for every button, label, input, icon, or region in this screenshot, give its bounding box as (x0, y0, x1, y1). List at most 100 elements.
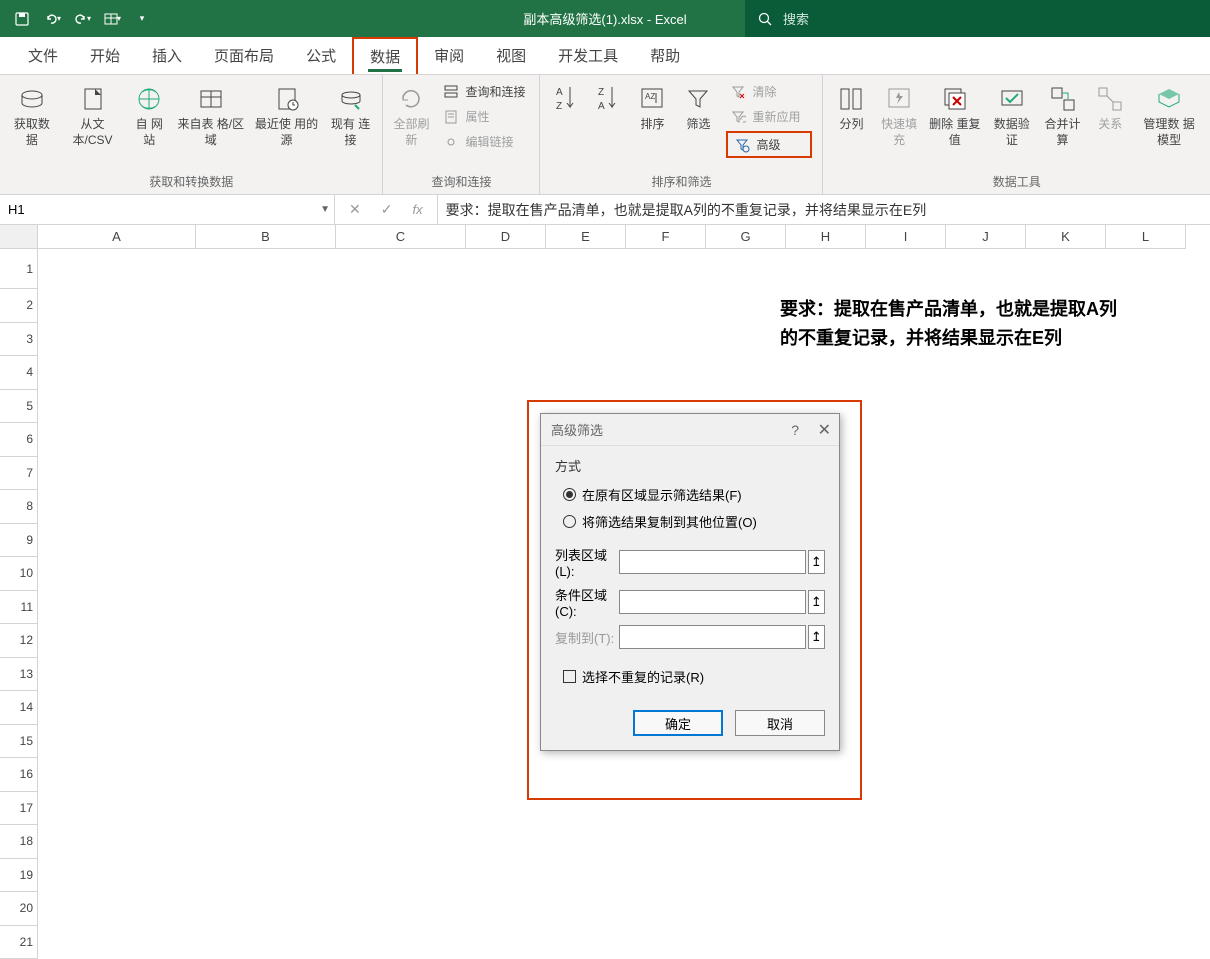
copy-to-row: 复制到(T): ↥ (555, 625, 825, 649)
col-header-B[interactable]: B (196, 225, 336, 249)
formula-input[interactable]: 要求：提取在售产品清单，也就是提取A列的不重复记录，并将结果显示在E列 (438, 195, 1210, 224)
col-header-D[interactable]: D (466, 225, 546, 249)
group-queries: 全部刷新 查询和连接 属性 编辑链接 查询和连接 (383, 75, 540, 194)
ok-button[interactable]: 确定 (633, 710, 723, 736)
remove-dup-button[interactable]: 删除 重复值 (925, 79, 985, 171)
tab-pagelayout[interactable]: 页面布局 (198, 37, 290, 74)
filter-button[interactable]: 筛选 (676, 79, 720, 171)
row-header-13[interactable]: 13 (0, 658, 38, 692)
row-header-5[interactable]: 5 (0, 390, 38, 424)
row-header-19[interactable]: 19 (0, 859, 38, 893)
col-header-A[interactable]: A (38, 225, 196, 249)
tab-insert[interactable]: 插入 (136, 37, 198, 74)
from-table-button[interactable]: 来自表 格/区域 (173, 79, 248, 171)
col-header-F[interactable]: F (626, 225, 706, 249)
edit-links-button[interactable]: 编辑链接 (439, 131, 529, 152)
name-box-dropdown-icon[interactable]: ▼ (320, 204, 330, 215)
radio-copy-elsewhere[interactable]: 将筛选结果复制到其他位置(O) (555, 508, 825, 535)
row-header-16[interactable]: 16 (0, 758, 38, 792)
col-header-I[interactable]: I (866, 225, 946, 249)
relationships-button[interactable]: 关系 (1088, 79, 1132, 171)
cancel-button[interactable]: 取消 (735, 710, 825, 736)
reapply-button[interactable]: 重新应用 (726, 106, 812, 127)
properties-button[interactable]: 属性 (439, 106, 529, 127)
qat-customize-icon[interactable]: ▾ (128, 5, 156, 33)
from-web-button[interactable]: 自 网站 (127, 79, 171, 171)
row-header-21[interactable]: 21 (0, 926, 38, 959)
row-header-4[interactable]: 4 (0, 356, 38, 390)
col-header-C[interactable]: C (336, 225, 466, 249)
redo-icon[interactable]: ▾ (68, 5, 96, 33)
copy-to-input[interactable] (619, 625, 806, 649)
data-model-button[interactable]: 管理数 据模型 (1134, 79, 1204, 171)
tab-data[interactable]: 数据 (352, 37, 418, 74)
sort-az-button[interactable]: AZ (546, 79, 586, 171)
criteria-range-ref-icon[interactable]: ↥ (808, 590, 825, 614)
tab-help[interactable]: 帮助 (634, 37, 696, 74)
list-range-ref-icon[interactable]: ↥ (808, 550, 825, 574)
criteria-range-input[interactable] (619, 590, 806, 614)
unique-records-checkbox[interactable]: 选择不重复的记录(R) (555, 663, 825, 690)
copy-to-ref-icon[interactable]: ↥ (808, 625, 825, 649)
refresh-all-button[interactable]: 全部刷新 (389, 79, 433, 171)
col-header-H[interactable]: H (786, 225, 866, 249)
undo-icon[interactable]: ▾ (38, 5, 66, 33)
row-header-3[interactable]: 3 (0, 323, 38, 357)
row-header-20[interactable]: 20 (0, 892, 38, 926)
existing-conn-button[interactable]: 现有 连接 (325, 79, 377, 171)
queries-conn-button[interactable]: 查询和连接 (439, 81, 529, 102)
tab-home[interactable]: 开始 (74, 37, 136, 74)
name-box[interactable]: ▼ (0, 195, 335, 224)
radio-icon (563, 515, 576, 528)
list-range-label: 列表区域(L): (555, 545, 619, 579)
fx-icon[interactable]: fx (412, 202, 422, 217)
enter-icon[interactable]: ✓ (381, 201, 393, 218)
clear-filter-button[interactable]: 清除 (726, 81, 812, 102)
dialog-help-icon[interactable]: ? (791, 422, 799, 438)
tab-view[interactable]: 视图 (480, 37, 542, 74)
radio-filter-inplace[interactable]: 在原有区域显示筛选结果(F) (555, 481, 825, 508)
from-csv-button[interactable]: 从文 本/CSV (60, 79, 125, 171)
row-header-7[interactable]: 7 (0, 457, 38, 491)
row-header-18[interactable]: 18 (0, 825, 38, 859)
list-range-input[interactable] (619, 550, 806, 574)
recent-sources-button[interactable]: 最近使 用的源 (250, 79, 322, 171)
flash-fill-button[interactable]: 快速填充 (875, 79, 922, 171)
dialog-title-text: 高级筛选 (551, 420, 603, 439)
col-header-L[interactable]: L (1106, 225, 1186, 249)
col-header-J[interactable]: J (946, 225, 1026, 249)
save-icon[interactable] (8, 5, 36, 33)
row-header-14[interactable]: 14 (0, 691, 38, 725)
row-header-17[interactable]: 17 (0, 792, 38, 826)
text-to-cols-button[interactable]: 分列 (829, 79, 873, 171)
col-header-K[interactable]: K (1026, 225, 1106, 249)
row-header-15[interactable]: 15 (0, 725, 38, 759)
consolidate-button[interactable]: 合并计算 (1039, 79, 1086, 171)
data-validation-button[interactable]: 数据验 证 (987, 79, 1037, 171)
search-box[interactable]: 搜索 (745, 0, 1210, 37)
row-header-2[interactable]: 2 (0, 289, 38, 323)
row-header-11[interactable]: 11 (0, 591, 38, 625)
tab-developer[interactable]: 开发工具 (542, 37, 634, 74)
row-header-1[interactable]: 1 (0, 249, 38, 289)
dialog-close-icon[interactable]: ✕ (818, 420, 831, 440)
row-header-9[interactable]: 9 (0, 524, 38, 558)
cancel-icon[interactable]: ✕ (349, 201, 361, 218)
row-header-6[interactable]: 6 (0, 423, 38, 457)
tab-formulas[interactable]: 公式 (290, 37, 352, 74)
get-data-button[interactable]: 获取数 据 (6, 79, 58, 171)
col-header-G[interactable]: G (706, 225, 786, 249)
table-icon[interactable]: ▾ (98, 5, 126, 33)
col-header-E[interactable]: E (546, 225, 626, 249)
sort-button[interactable]: AZ排序 (630, 79, 674, 171)
row-header-8[interactable]: 8 (0, 490, 38, 524)
name-box-input[interactable] (8, 202, 326, 217)
col-headers: ABCDEFGHIJKL (38, 225, 1210, 249)
sort-za-button[interactable]: ZA (588, 79, 628, 171)
tab-review[interactable]: 审阅 (418, 37, 480, 74)
advanced-filter-button[interactable]: 高级 (726, 131, 812, 158)
select-all-corner[interactable] (0, 225, 38, 249)
tab-file[interactable]: 文件 (12, 37, 74, 74)
row-header-12[interactable]: 12 (0, 624, 38, 658)
row-header-10[interactable]: 10 (0, 557, 38, 591)
